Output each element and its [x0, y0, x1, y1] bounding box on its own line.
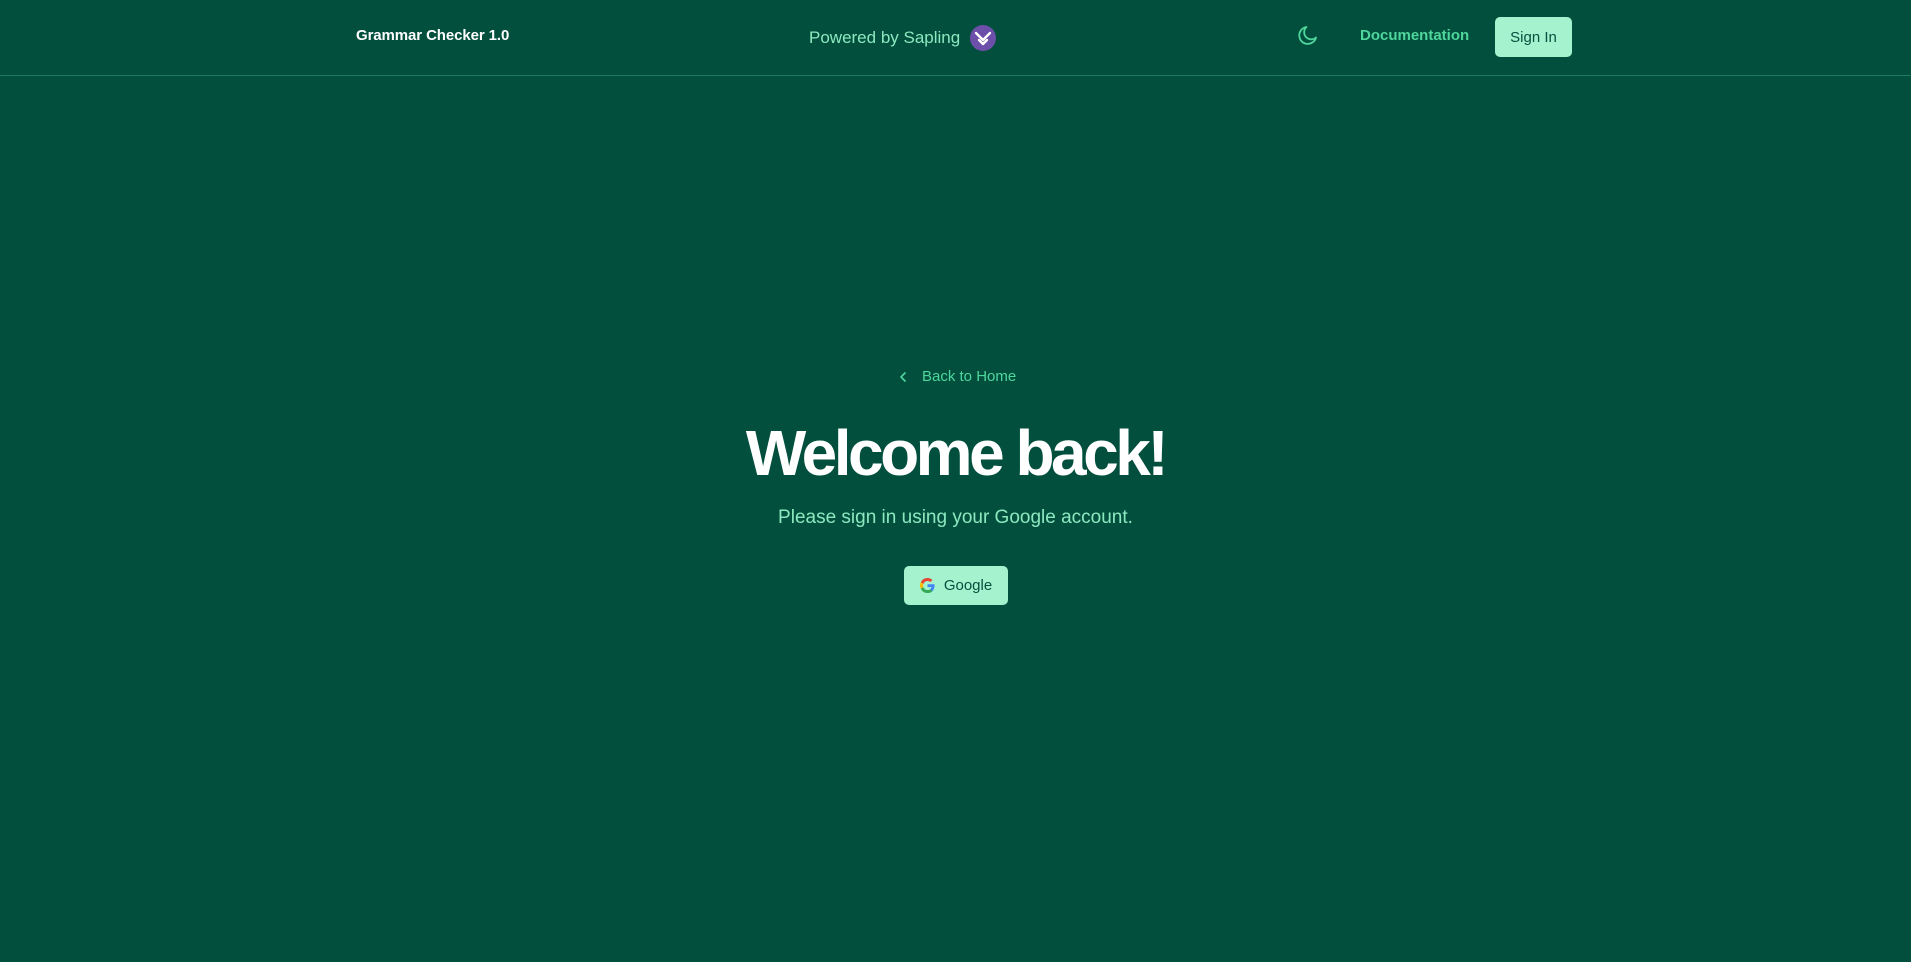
google-sign-in-button[interactable]: Google — [904, 566, 1008, 605]
page-title: Welcome back! — [745, 417, 1169, 489]
page-subtitle: Please sign in using your Google account… — [778, 507, 1133, 528]
powered-by-label: Powered by Sapling — [809, 28, 961, 47]
chevron-left-icon — [900, 371, 906, 382]
app-title[interactable]: Grammar Checker 1.0 — [356, 27, 509, 44]
sapling-logo-icon — [970, 25, 997, 51]
top-navbar: Grammar Checker 1.0 Powered by Sapling D… — [0, 0, 1911, 76]
documentation-link[interactable]: Documentation — [1360, 27, 1469, 44]
google-button-label: Google — [943, 577, 993, 594]
back-to-home-link[interactable]: Back to Home — [898, 368, 1016, 385]
moon-icon[interactable] — [1296, 23, 1320, 47]
powered-by-link[interactable]: Powered by Sapling — [809, 23, 997, 53]
sign-in-button[interactable]: Sign In — [1495, 17, 1572, 57]
back-to-home-label: Back to Home — [922, 368, 1017, 385]
google-g-icon — [919, 578, 935, 593]
